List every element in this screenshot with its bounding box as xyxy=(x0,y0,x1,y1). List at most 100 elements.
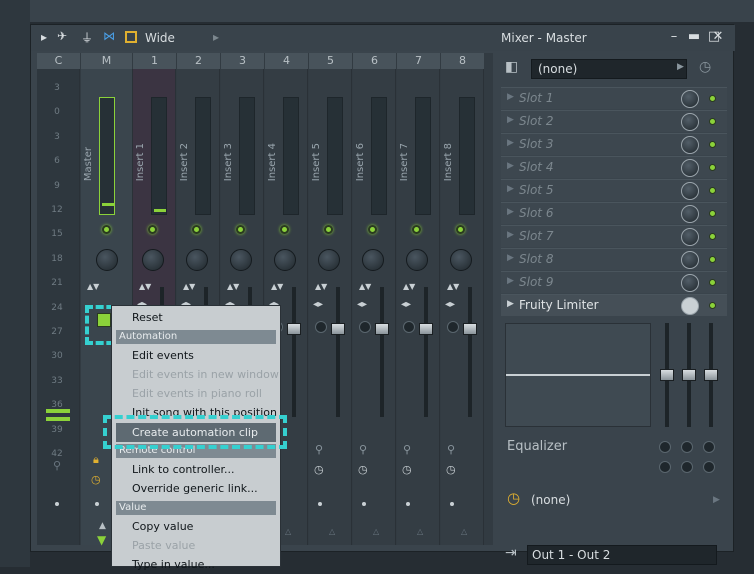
current-strip[interactable]: 3 0 3 6 9 12 15 18 21 24 27 30 33 36 39 42 ⚲ xyxy=(37,69,80,545)
route-arrow-icon[interactable]: △ xyxy=(285,527,291,536)
menu-item[interactable]: Type in value... xyxy=(112,555,280,574)
pan-knob[interactable] xyxy=(362,249,384,271)
pan-knob[interactable] xyxy=(406,249,428,271)
small-knob[interactable] xyxy=(315,321,327,333)
led-icon[interactable] xyxy=(192,225,201,234)
strip-header[interactable]: M xyxy=(81,53,132,69)
chevron-right-icon[interactable]: ▶ xyxy=(677,62,684,72)
slot-mix-knob[interactable] xyxy=(681,159,699,177)
tool-icon[interactable]: ⏚ xyxy=(81,29,93,46)
stereo-icon[interactable]: ◂▸ xyxy=(445,299,455,310)
chevron-right-icon[interactable]: ▶ xyxy=(713,495,720,505)
slot-label[interactable]: Slot 9 xyxy=(519,275,553,289)
updown-icon[interactable]: ▲▼ xyxy=(447,283,459,291)
pan-knob[interactable] xyxy=(274,249,296,271)
strip-header[interactable]: C xyxy=(37,53,80,69)
slot-led-icon[interactable] xyxy=(709,256,716,263)
slot-label[interactable]: Slot 7 xyxy=(519,229,553,243)
slot-mix-knob[interactable] xyxy=(681,182,699,200)
small-knob[interactable] xyxy=(447,321,459,333)
route-label[interactable]: (none) xyxy=(531,493,570,507)
strip-header[interactable]: 1 xyxy=(133,53,176,69)
slot-led-icon[interactable] xyxy=(709,302,716,309)
route-arrow-icon[interactable]: △ xyxy=(417,527,423,536)
led-icon[interactable] xyxy=(280,225,289,234)
eq-band-fader[interactable] xyxy=(682,369,696,381)
strip-header[interactable]: 7 xyxy=(397,53,440,69)
preset-selector[interactable]: (none) xyxy=(531,59,687,79)
fx-slot[interactable]: ▶ Slot 1 xyxy=(501,87,727,109)
fx-slot[interactable]: ▶ Slot 9 xyxy=(501,271,727,293)
link-icon[interactable]: ⚲ xyxy=(359,443,367,456)
slot-label[interactable]: Slot 8 xyxy=(519,252,553,266)
slot-mix-knob[interactable] xyxy=(681,251,699,269)
strip-header[interactable]: 5 xyxy=(309,53,352,69)
clock-icon[interactable]: ◷ xyxy=(402,463,412,476)
strip-header[interactable]: 8 xyxy=(441,53,484,69)
pan-knob[interactable] xyxy=(318,249,340,271)
updown-icon[interactable]: ▲▼ xyxy=(359,283,371,291)
close-icon[interactable]: ✕ xyxy=(711,30,725,44)
small-knob[interactable] xyxy=(359,321,371,333)
updown-icon[interactable]: ▲▼ xyxy=(183,283,195,291)
led-icon[interactable] xyxy=(412,225,421,234)
volume-fader[interactable] xyxy=(463,323,477,335)
pan-knob[interactable] xyxy=(186,249,208,271)
slot-mix-knob[interactable] xyxy=(681,297,699,315)
eq-bw-knob[interactable] xyxy=(681,461,693,473)
volume-fader[interactable] xyxy=(331,323,345,335)
eq-bw-knob[interactable] xyxy=(659,461,671,473)
insert-strip[interactable]: Insert 6 ▲▼ ◂▸ ⚲ ◷ △ xyxy=(353,69,396,545)
plugin-icon[interactable]: ◧ xyxy=(505,59,518,75)
route-arrow-icon[interactable]: △ xyxy=(461,527,467,536)
slot-label[interactable]: Slot 3 xyxy=(519,137,553,151)
lock-icon[interactable]: 🔒︎ xyxy=(93,453,99,467)
slot-label[interactable]: Slot 2 xyxy=(519,114,553,128)
link-icon[interactable]: ⚲ xyxy=(403,443,411,456)
updown-icon[interactable]: ▲▼ xyxy=(227,283,239,291)
led-icon[interactable] xyxy=(324,225,333,234)
led-icon[interactable] xyxy=(102,225,111,234)
fx-slot[interactable]: ▶ Slot 2 xyxy=(501,110,727,132)
menu-item[interactable]: Override generic link... xyxy=(112,479,280,498)
slot-mix-knob[interactable] xyxy=(681,136,699,154)
updown-icon[interactable]: ▲▼ xyxy=(139,283,151,291)
arrow-up-icon[interactable]: ▲ xyxy=(99,521,106,531)
eq-band-fader[interactable] xyxy=(704,369,718,381)
insert-strip[interactable]: Insert 7 ▲▼ ◂▸ ⚲ ◷ △ xyxy=(397,69,440,545)
slot-led-icon[interactable] xyxy=(709,279,716,286)
bird-icon[interactable]: ✈ xyxy=(57,29,67,43)
clock-icon[interactable]: ◷ xyxy=(314,463,324,476)
output-icon[interactable]: ⇥ xyxy=(505,545,517,561)
slot-mix-knob[interactable] xyxy=(681,90,699,108)
volume-fader[interactable] xyxy=(419,323,433,335)
strip-header[interactable]: 4 xyxy=(265,53,308,69)
fx-slot[interactable]: ▶ Slot 5 xyxy=(501,179,727,201)
clock-icon[interactable]: ◷ xyxy=(699,59,711,75)
slot-led-icon[interactable] xyxy=(709,141,716,148)
minimize-icon[interactable]: ▬ xyxy=(687,30,701,44)
menu-item[interactable]: Link to controller... xyxy=(112,460,280,479)
pan-knob[interactable] xyxy=(230,249,252,271)
bowtie-icon[interactable]: ⋈ xyxy=(103,29,115,43)
clock-icon[interactable]: ◷ xyxy=(446,463,456,476)
menu-item[interactable]: Copy value xyxy=(112,517,280,536)
updown-icon[interactable]: ▲▼ xyxy=(315,283,327,291)
stereo-icon[interactable]: ◂▸ xyxy=(357,299,367,310)
slot-mix-knob[interactable] xyxy=(681,205,699,223)
eq-freq-knob[interactable] xyxy=(659,441,671,453)
chevron-right-icon[interactable]: ▸ xyxy=(213,30,219,44)
slot-led-icon[interactable] xyxy=(709,164,716,171)
strip-header[interactable]: 6 xyxy=(353,53,396,69)
slot-mix-knob[interactable] xyxy=(681,274,699,292)
route-arrow-icon[interactable]: △ xyxy=(329,527,335,536)
insert-strip[interactable]: Insert 8 ▲▼ ◂▸ ⚲ ◷ △ xyxy=(441,69,484,545)
slot-mix-knob[interactable] xyxy=(681,228,699,246)
updown-icon[interactable]: ▲▼ xyxy=(271,283,283,291)
insert-strip[interactable]: Insert 5 ▲▼ ◂▸ ⚲ ◷ △ xyxy=(309,69,352,545)
led-icon[interactable] xyxy=(456,225,465,234)
eq-freq-knob[interactable] xyxy=(703,441,715,453)
arrow-right-icon[interactable]: ▸ xyxy=(41,30,47,44)
clock-icon[interactable]: ◷ xyxy=(507,489,520,507)
volume-fader[interactable] xyxy=(375,323,389,335)
